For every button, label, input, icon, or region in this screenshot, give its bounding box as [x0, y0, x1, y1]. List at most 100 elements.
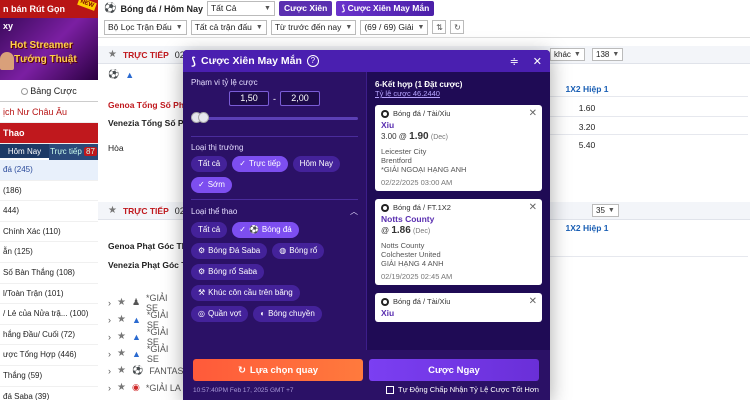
- modal-footer: ↻ Lựa chọn quay Cược Ngay 10:57:40PM Feb …: [183, 350, 550, 400]
- chip-label: Bóng chuyền: [268, 309, 315, 318]
- odds-value[interactable]: 5.40: [546, 140, 628, 150]
- chip-sport-basketball-saba[interactable]: ⚙ Bóng rổ Saba: [191, 264, 265, 280]
- chip-sport-soccer[interactable]: ✓ ⚽ Bóng đá: [232, 222, 299, 238]
- flag-icon: ▲: [131, 331, 141, 342]
- chip-sport-tennis[interactable]: ◎ Quần vợt: [191, 306, 249, 322]
- odds-value[interactable]: 1.60: [546, 103, 628, 113]
- match-name: Venezia Phạt Góc Th: [108, 260, 192, 270]
- star-icon[interactable]: ★: [117, 382, 126, 393]
- collapse-all-button[interactable]: ⇅: [432, 20, 447, 34]
- sidebar-item[interactable]: ược Tổng Hợp (446): [0, 345, 98, 366]
- sidebar-item[interactable]: (186): [0, 181, 98, 202]
- sidebar-schedule[interactable]: ịch Nư Châu Âu: [0, 102, 98, 123]
- chip-sport-ice-hockey[interactable]: ⚒ Khúc côn cầu trên băng: [191, 285, 300, 301]
- close-icon[interactable]: ✕: [529, 296, 537, 307]
- all-matches-select[interactable]: Tất cả trận đấu ▼: [190, 19, 267, 35]
- subtab-live-label: Trực tiếp: [50, 147, 82, 156]
- chip-sport-soccer-saba[interactable]: ⚙ Bóng Đá Saba: [191, 243, 268, 259]
- league-name: GIẢI HẠNG 4 ANH: [381, 259, 444, 268]
- slider-max-handle[interactable]: [198, 112, 209, 123]
- star-icon[interactable]: ★: [117, 365, 126, 376]
- chevron-up-icon[interactable]: ︿: [350, 206, 358, 217]
- sort-select[interactable]: Từ trước đến nay ▼: [270, 19, 357, 35]
- star-icon[interactable]: ★: [108, 49, 117, 60]
- chip-market-early[interactable]: ✓ Sớm: [191, 177, 232, 193]
- lucky-combo-button[interactable]: ⟆ Cược Xiên May Mắn: [336, 1, 435, 16]
- market-count-select[interactable]: 138 ▼: [592, 48, 624, 61]
- match-filter-select[interactable]: Bộ Lọc Trận Đấu ▼: [104, 19, 187, 35]
- sidebar-subtabs: Hôm Nay Trực tiếp 87: [0, 144, 98, 160]
- star-icon[interactable]: ★: [108, 205, 117, 216]
- odds-range-slider[interactable]: [191, 112, 358, 126]
- odds-range: 1,50 - 2,00: [191, 91, 358, 106]
- subtab-today[interactable]: Hôm Nay: [0, 144, 49, 160]
- star-icon[interactable]: ★: [117, 331, 126, 342]
- all-select[interactable]: Tất Cả ▼: [206, 1, 275, 16]
- reroll-button[interactable]: ↻ Lựa chọn quay: [193, 359, 363, 381]
- chip-sport-basketball[interactable]: ◍ Bóng rổ: [272, 243, 325, 259]
- sidebar-item[interactable]: l/Toàn Trận (101): [0, 284, 98, 305]
- sidebar-item[interactable]: 444): [0, 201, 98, 222]
- refresh-button[interactable]: ↻: [450, 20, 465, 34]
- combo-button[interactable]: Cược Xiên: [278, 1, 333, 16]
- chip-label: Sớm: [207, 180, 225, 189]
- league-row[interactable]: › ★ ▲ *GIẢI SE: [98, 310, 182, 330]
- chip-sport-volleyball[interactable]: ◐ Bóng chuyền: [253, 306, 322, 322]
- close-icon[interactable]: ✕: [533, 55, 542, 68]
- refresh-icon: ↻: [454, 22, 461, 32]
- auto-accept-checkbox[interactable]: Tự Động Chấp Nhận Tỷ Lệ Cược Tốt Hơn: [386, 385, 539, 394]
- chip-label: Trực tiếp: [248, 159, 281, 168]
- league-name: *GIẢI NGOẠI HẠNG ANH: [381, 165, 467, 174]
- subtab-live[interactable]: Trực tiếp 87: [49, 144, 98, 160]
- close-icon[interactable]: ✕: [529, 202, 537, 213]
- sidebar-item[interactable]: Chính Xác (110): [0, 222, 98, 243]
- tab-bet-slip[interactable]: Bảng Cược: [0, 80, 98, 101]
- chip-market-live[interactable]: ✓ Trực tiếp: [232, 156, 288, 172]
- chip-sport-all[interactable]: Tất cả: [191, 222, 228, 238]
- promo-line-2: Hot Streamer: [10, 40, 73, 51]
- league-row[interactable]: › ★ ▲ *GIẢI SE: [98, 327, 182, 347]
- promo-banner[interactable]: xy Hot Streamer Tướng Thuật: [0, 18, 98, 80]
- selection-pick: Xỉu: [381, 120, 395, 130]
- star-icon[interactable]: ★: [117, 297, 126, 308]
- selection-price: 1.86: [391, 225, 411, 236]
- checkbox-box[interactable]: [386, 385, 394, 394]
- sidebar-item[interactable]: ẵn (125): [0, 242, 98, 263]
- help-icon[interactable]: ?: [306, 55, 319, 67]
- sidebar-item[interactable]: / Lẻ của Nửa trậ... (100): [0, 304, 98, 325]
- odds-max-input[interactable]: 2,00: [280, 91, 320, 106]
- odds-min-input[interactable]: 1,50: [229, 91, 269, 106]
- league-count-select[interactable]: (69 / 69) Giải ▼: [360, 19, 429, 35]
- chip-market-today[interactable]: Hôm Nay: [292, 156, 341, 172]
- sidebar-sport-section[interactable]: Thao: [0, 123, 98, 144]
- star-icon[interactable]: ★: [117, 348, 126, 359]
- other-market-select[interactable]: khác ▼: [550, 48, 585, 61]
- live-label: TRỰC TIẾP: [122, 49, 169, 60]
- match-name: Genoa Phạt Góc Th: [108, 241, 187, 251]
- market-count-select[interactable]: 35 ▼: [592, 204, 619, 217]
- soccer-ball-icon: ⚽: [104, 3, 117, 14]
- settings-sliders-icon[interactable]: ≑: [510, 55, 519, 68]
- league-row[interactable]: › ★ ▲ *GIẢI SE: [98, 344, 182, 364]
- sidebar-item[interactable]: đá Saba (39): [0, 387, 98, 400]
- league-row[interactable]: ⚽ ▲: [98, 66, 182, 83]
- league-row[interactable]: › ★ ♟ *GIẢI SE: [98, 293, 182, 313]
- sidebar-item[interactable]: hắng Đầu/ Cuối (72): [0, 325, 98, 346]
- place-bet-button[interactable]: Cược Ngay: [369, 359, 539, 381]
- sidebar-item[interactable]: Số Bàn Thắng (108): [0, 263, 98, 284]
- odds-value[interactable]: 3.20: [546, 122, 628, 132]
- lucky-icon: ⟆: [191, 55, 197, 68]
- league-count-label: (69 / 69) Giải: [364, 21, 414, 32]
- close-icon[interactable]: ✕: [529, 108, 537, 119]
- sidebar-item[interactable]: Thắng (59): [0, 366, 98, 387]
- chevron-down-icon: ▼: [607, 207, 615, 214]
- sidebar-item[interactable]: đá (245): [0, 160, 98, 181]
- odds-column-header: 1X2 Hiệp 1: [565, 223, 609, 233]
- sport-type-header[interactable]: Loại thể thao ︿: [191, 206, 358, 217]
- chip-market-all[interactable]: Tất cả: [191, 156, 228, 172]
- sidebar-banner-title[interactable]: n bán Rút Gọn NEW: [0, 0, 98, 18]
- league-row[interactable]: › ★ ⚽ FANTAS: [98, 362, 184, 379]
- star-icon[interactable]: ★: [117, 314, 126, 325]
- league-row[interactable]: › ★ ◉ *GIẢI LA: [98, 379, 182, 396]
- live-label: TRỰC TIẾP: [122, 205, 169, 216]
